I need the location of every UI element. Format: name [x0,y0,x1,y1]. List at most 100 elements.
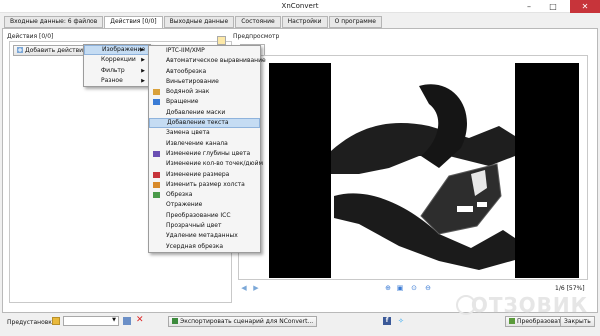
maximize-button[interactable]: □ [542,0,564,13]
submenu-item-label: Автообрезка [166,67,207,75]
vodyanoy-znak-icon [153,89,160,96]
submenu-item-dobavlenie-maski[interactable]: Добавление маски [149,108,260,118]
app-window: XnConvert – □ ✕ Входные данные: 6 файлов… [0,0,600,336]
submenu-item-userdnaya-obrezka[interactable]: Усердная обрезка [149,242,260,252]
preview-area [238,55,588,280]
submenu-item-label: Удаление метаданных [166,232,238,240]
action-category-menu: Изображение ▶ Коррекции ▶ Фильтр ▶ Разное ▶ [83,44,151,88]
add-action-label: Добавить действие> [25,47,92,54]
close-button[interactable]: Закрыть [560,316,595,327]
menu-item-raznoe[interactable]: Разное ▶ [84,76,150,86]
zoom-out-icon[interactable]: ⊖ [424,284,432,292]
submenu-item-label: Обрезка [166,191,193,199]
watermark-text: ОТЗОВИК [470,293,588,317]
submenu-item-vinetirovanie[interactable]: Виньетирование [149,77,260,87]
menu-item-korrekcii[interactable]: Коррекции ▶ [84,55,150,65]
submenu-item-avtoobrezka[interactable]: Автообрезка [149,67,260,77]
window-title: XnConvert [281,2,319,10]
submenu-item-label: Извлечение канала [166,139,228,147]
main-tabs: Входные данные: 6 файлов Действия [0/0] … [4,16,382,29]
actions-title: Действия [0/0] [7,33,54,40]
tab-about[interactable]: О программе [328,16,382,28]
convert-icon [509,318,515,324]
submenu-item-vodyanoy-znak[interactable]: Водяной знак [149,87,260,97]
submenu-arrow-icon: ▶ [140,47,144,53]
menu-item-label: Фильтр [101,66,125,74]
submenu-item-label: Изменение глубины цвета [166,149,251,157]
submenu-item-label: Отражение [166,201,203,209]
submenu-item-label: Водяной знак [166,88,210,96]
submenu-item-udalenie-metadannyh[interactable]: Удаление метаданных [149,231,260,241]
preset-folder-icon[interactable] [52,317,60,325]
submenu-item-label: Преобразование ICC [166,211,231,219]
tab-settings[interactable]: Настройки [281,16,328,28]
zoom-fit-icon[interactable]: ▣ [396,284,404,292]
submenu-item-izvlechenie-kanala[interactable]: Извлечение канала [149,139,260,149]
submenu-item-zamena-cveta[interactable]: Замена цвета [149,128,260,138]
add-icon [17,47,23,53]
submenu-item-label: Замена цвета [166,129,210,137]
facebook-icon[interactable]: f [383,317,391,325]
submenu-item-label: Изменение кол-во точек/дюйм [166,160,264,168]
preview-toggle-icon[interactable] [217,36,226,45]
preview-page-info: 1/6 [57%] [555,285,585,292]
izmenenie-razmera-icon [153,171,160,178]
chevron-down-icon: ▼ [112,317,116,323]
submenu-item-label: Автоматическое выравнивание [166,57,266,65]
submenu-item-label: Изменить размер холста [166,180,245,188]
submenu-item-dobavlenie-teksta[interactable]: Добавление текста [149,118,260,129]
preview-title: Предпросмотр [233,33,280,40]
submenu-arrow-icon: ▶ [141,67,145,74]
submenu-item-label: Добавление маски [166,108,226,116]
submenu-item-obrezka[interactable]: Обрезка [149,190,260,200]
submenu-item-label: Виньетирование [166,77,219,85]
submenu-item-label: Добавление текста [167,119,229,127]
menu-item-izobrazhenie[interactable]: Изображение ▶ [84,45,150,56]
twitter-icon[interactable]: ✧ [398,317,406,325]
submenu-item-izmenenie-kol-vo-tochek-dyuym[interactable]: Изменение кол-во точек/дюйм [149,159,264,169]
menu-item-label: Коррекции [101,56,136,64]
presets-select[interactable]: ▼ [63,316,119,326]
menu-item-label: Изображение [102,46,146,53]
submenu-item-otrazhenie[interactable]: Отражение [149,200,260,210]
image-action-submenu: IPTC-IIM/XMP Автоматическое выравнивание А… [148,45,266,253]
tab-status[interactable]: Состояние [235,16,281,28]
obrezka-icon [153,192,160,199]
submenu-item-label: Изменение размера [166,170,230,178]
zoom-in-icon[interactable]: ⊕ [384,284,392,292]
next-image-icon[interactable]: ▶ [252,284,260,292]
submenu-item-vraschenie[interactable]: Вращение [149,97,260,107]
submenu-item-iptc-iim-xmp[interactable]: IPTC-IIM/XMP [149,46,260,56]
export-icon [172,318,178,324]
export-script-label: Экспортировать сценарий для NConvert... [180,318,314,325]
minimize-button[interactable]: – [518,0,540,13]
save-preset-icon[interactable] [123,317,131,325]
zoom-actual-icon[interactable]: ⊙ [410,284,418,292]
presets-label: Предустановки: [7,319,58,326]
preview-image [269,63,579,278]
convert-label: Преобразовать [517,318,565,325]
prev-image-icon[interactable]: ◀ [240,284,248,292]
submenu-item-izmenenie-razmera[interactable]: Изменение размера [149,170,260,180]
submenu-arrow-icon: ▶ [141,77,145,84]
submenu-arrow-icon: ▶ [141,57,145,64]
tab-input[interactable]: Входные данные: 6 файлов [4,16,104,28]
export-script-button[interactable]: Экспортировать сценарий для NConvert... [168,316,318,327]
submenu-item-avtomaticheskoe-vyravnivanie[interactable]: Автоматическое выравнивание [149,56,266,66]
delete-preset-icon[interactable]: ✕ [136,315,144,325]
submenu-item-izmenit-razmer-holsta[interactable]: Изменить размер холста [149,180,260,190]
submenu-item-label: Усердная обрезка [166,242,224,250]
title-bar: XnConvert – □ ✕ [0,0,600,13]
submenu-item-label: IPTC-IIM/XMP [166,47,205,54]
close-window-button[interactable]: ✕ [570,0,600,13]
submenu-item-prozrachnyy-cvet[interactable]: Прозрачный цвет [149,221,260,231]
izmenenie-glubiny-cveta-icon [153,150,160,157]
menu-item-filtr[interactable]: Фильтр ▶ [84,66,150,76]
submenu-item-preobrazovanie-icc[interactable]: Преобразование ICC [149,211,260,221]
submenu-item-label: Прозрачный цвет [166,222,222,230]
menu-item-label: Разное [101,76,123,84]
submenu-item-izmenenie-glubiny-cveta[interactable]: Изменение глубины цвета [149,149,260,159]
tab-output[interactable]: Выходные данные [163,16,235,28]
izmenit-razmer-holsta-icon [153,181,160,188]
vraschenie-icon [153,99,160,106]
